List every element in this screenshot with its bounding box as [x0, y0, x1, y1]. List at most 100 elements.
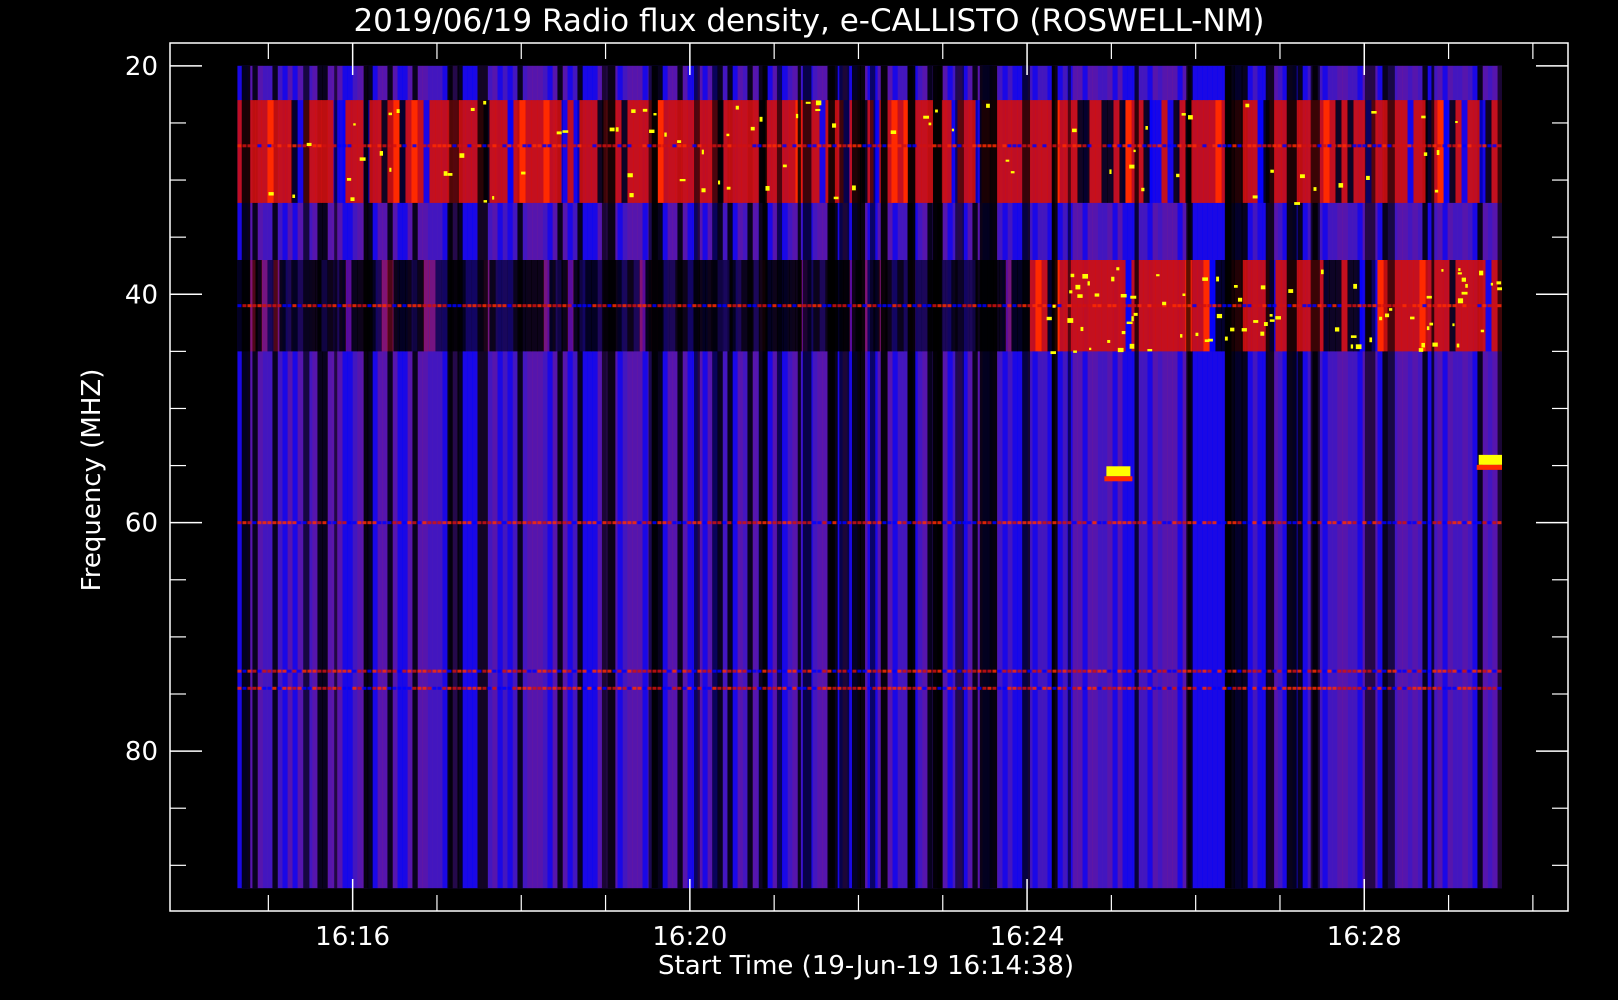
yellow-speckle	[627, 173, 633, 178]
interference-line	[347, 304, 352, 308]
interference-line	[807, 686, 812, 690]
interference-line	[717, 304, 722, 308]
interference-line	[1347, 304, 1352, 308]
interference-line	[572, 669, 577, 673]
interference-line	[527, 144, 532, 148]
interference-line	[722, 669, 727, 673]
interference-line	[452, 686, 457, 690]
interference-line	[942, 521, 947, 525]
interference-line	[832, 304, 837, 308]
interference-line	[367, 144, 372, 148]
interference-line	[1472, 669, 1477, 673]
interference-line	[617, 521, 622, 525]
interference-line	[1362, 521, 1367, 525]
interference-line	[897, 521, 902, 525]
interference-line	[1022, 686, 1027, 690]
interference-line	[1487, 304, 1492, 308]
interference-line	[1327, 144, 1332, 148]
interference-line	[282, 686, 287, 690]
yellow-speckle	[1480, 329, 1485, 333]
interference-line	[732, 304, 737, 308]
interference-line	[557, 144, 562, 148]
interference-line	[387, 669, 392, 673]
interference-line	[762, 686, 767, 690]
interference-line	[1202, 521, 1207, 525]
interference-line	[1362, 686, 1367, 690]
interference-line	[597, 304, 602, 308]
interference-line	[342, 521, 347, 525]
interference-line	[357, 669, 362, 673]
interference-line	[947, 521, 952, 525]
interference-line	[957, 144, 962, 148]
interference-line	[1202, 669, 1207, 673]
interference-line	[1432, 686, 1437, 690]
interference-line	[542, 304, 547, 308]
band-segment	[1473, 100, 1480, 203]
yellow-speckle	[1010, 171, 1015, 174]
interference-line	[237, 669, 242, 673]
interference-line	[742, 686, 747, 690]
interference-line	[1097, 686, 1102, 690]
interference-line	[747, 144, 752, 148]
interference-line	[392, 304, 397, 308]
interference-line	[827, 686, 832, 690]
interference-line	[857, 669, 862, 673]
interference-line	[257, 521, 262, 525]
interference-line	[882, 144, 887, 148]
interference-line	[817, 521, 822, 525]
interference-line	[1432, 304, 1437, 308]
interference-line	[887, 144, 892, 148]
interference-line	[1122, 669, 1127, 673]
interference-line	[1177, 686, 1182, 690]
yellow-speckle	[1005, 159, 1010, 162]
dark-stripe	[1067, 65, 1071, 889]
interference-line	[1262, 686, 1267, 690]
interference-line	[1172, 144, 1177, 148]
interference-line	[1177, 669, 1182, 673]
interference-line	[477, 686, 482, 690]
interference-line	[1212, 521, 1217, 525]
interference-line	[1467, 144, 1472, 148]
yellow-speckle	[1073, 350, 1077, 353]
yellow-speckle	[1133, 149, 1136, 153]
interference-line	[637, 144, 642, 148]
interference-line	[1087, 521, 1092, 525]
interference-line	[457, 304, 462, 308]
interference-line	[657, 686, 662, 690]
yellow-speckle	[1355, 344, 1362, 350]
interference-line	[1067, 304, 1072, 308]
interference-line	[437, 304, 442, 308]
interference-line	[692, 669, 697, 673]
interference-line	[1142, 304, 1147, 308]
interference-line	[837, 521, 842, 525]
interference-line	[737, 304, 742, 308]
interference-line	[867, 521, 872, 525]
interference-line	[1077, 521, 1082, 525]
interference-line	[1332, 686, 1337, 690]
interference-line	[852, 521, 857, 525]
interference-line	[1352, 521, 1357, 525]
yellow-speckle	[782, 164, 787, 168]
interference-line	[1007, 521, 1012, 525]
dark-stripe	[828, 65, 835, 889]
interference-line	[1177, 144, 1182, 148]
yellow-speckle	[1182, 293, 1186, 297]
interference-line	[1272, 144, 1277, 148]
band-segment	[813, 100, 820, 203]
yellow-speckle	[359, 157, 366, 161]
interference-line	[1047, 521, 1052, 525]
band-segment	[735, 100, 742, 203]
interference-line	[502, 686, 507, 690]
interference-line	[1312, 144, 1317, 148]
interference-line	[1007, 304, 1012, 308]
interference-line	[962, 521, 967, 525]
interference-line	[1222, 669, 1227, 673]
interference-line	[297, 686, 302, 690]
interference-line	[337, 304, 342, 308]
interference-line	[337, 144, 342, 148]
yellow-speckle	[1069, 290, 1073, 294]
band-segment	[297, 100, 304, 203]
interference-line	[1017, 304, 1022, 308]
interference-line	[1307, 144, 1312, 148]
band-segment	[567, 100, 574, 203]
